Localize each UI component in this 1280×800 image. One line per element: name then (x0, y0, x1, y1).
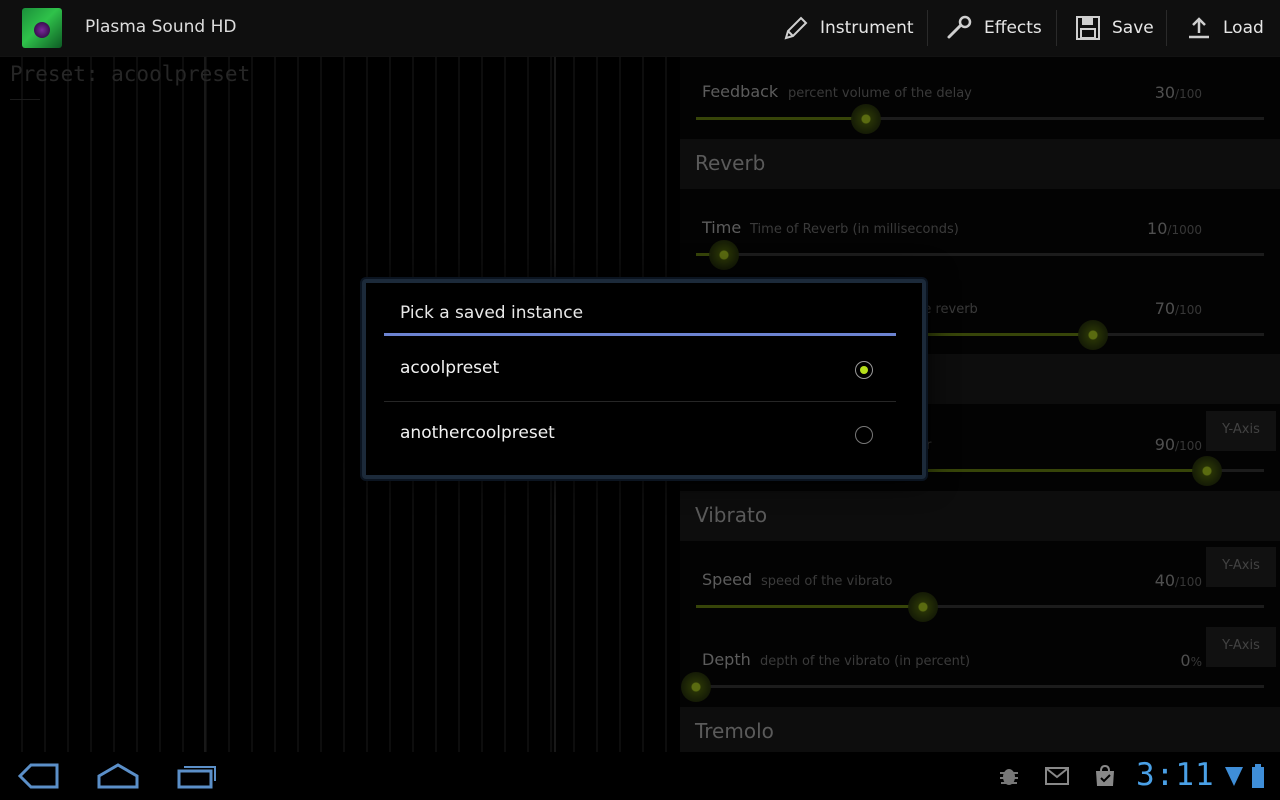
gmail-icon[interactable] (1045, 764, 1069, 788)
app-icon[interactable] (22, 8, 62, 48)
recent-apps-button[interactable] (175, 762, 219, 790)
recent-apps-icon (177, 766, 216, 789)
home-button[interactable] (96, 762, 140, 790)
android-debug-icon[interactable] (997, 764, 1021, 788)
upload-icon (1185, 14, 1213, 42)
divider (1166, 10, 1167, 46)
dialog-option-anothercoolpreset[interactable]: anothercoolpreset (384, 404, 896, 466)
radio-button-selected[interactable] (855, 361, 873, 379)
save-button[interactable]: Save (1074, 0, 1154, 56)
dialog-option-acoolpreset[interactable]: acoolpreset (384, 339, 896, 401)
option-label: acoolpreset (400, 358, 500, 378)
instrument-button[interactable]: Instrument (782, 0, 914, 56)
divider (384, 401, 896, 402)
divider (927, 10, 928, 46)
save-label: Save (1112, 18, 1154, 38)
wifi-signal-icon[interactable] (1222, 764, 1246, 788)
effects-button[interactable]: Effects (946, 0, 1042, 56)
divider (1056, 10, 1057, 46)
load-button[interactable]: Load (1185, 0, 1264, 56)
market-icon[interactable] (1093, 764, 1117, 788)
battery-icon[interactable] (1246, 764, 1270, 788)
load-label: Load (1223, 18, 1264, 38)
instrument-label: Instrument (820, 18, 914, 38)
app-title: Plasma Sound HD (85, 17, 237, 37)
dialog-title-rule (384, 333, 896, 336)
pencil-icon (782, 14, 810, 42)
wrench-icon (946, 14, 974, 42)
dialog-title: Pick a saved instance (400, 303, 584, 323)
action-bar: Plasma Sound HD Instrument Effects Save … (0, 0, 1280, 57)
back-button[interactable] (16, 762, 60, 790)
clock[interactable]: 3:11 (1136, 757, 1215, 793)
floppy-disk-icon (1074, 14, 1102, 42)
home-icon (97, 763, 139, 789)
system-bar: 3:11 (0, 752, 1280, 800)
load-preset-dialog: Pick a saved instance acoolpreset anothe… (362, 279, 926, 479)
back-icon (17, 763, 59, 789)
effects-label: Effects (984, 18, 1042, 38)
option-label: anothercoolpreset (400, 423, 555, 443)
radio-button[interactable] (855, 426, 873, 444)
